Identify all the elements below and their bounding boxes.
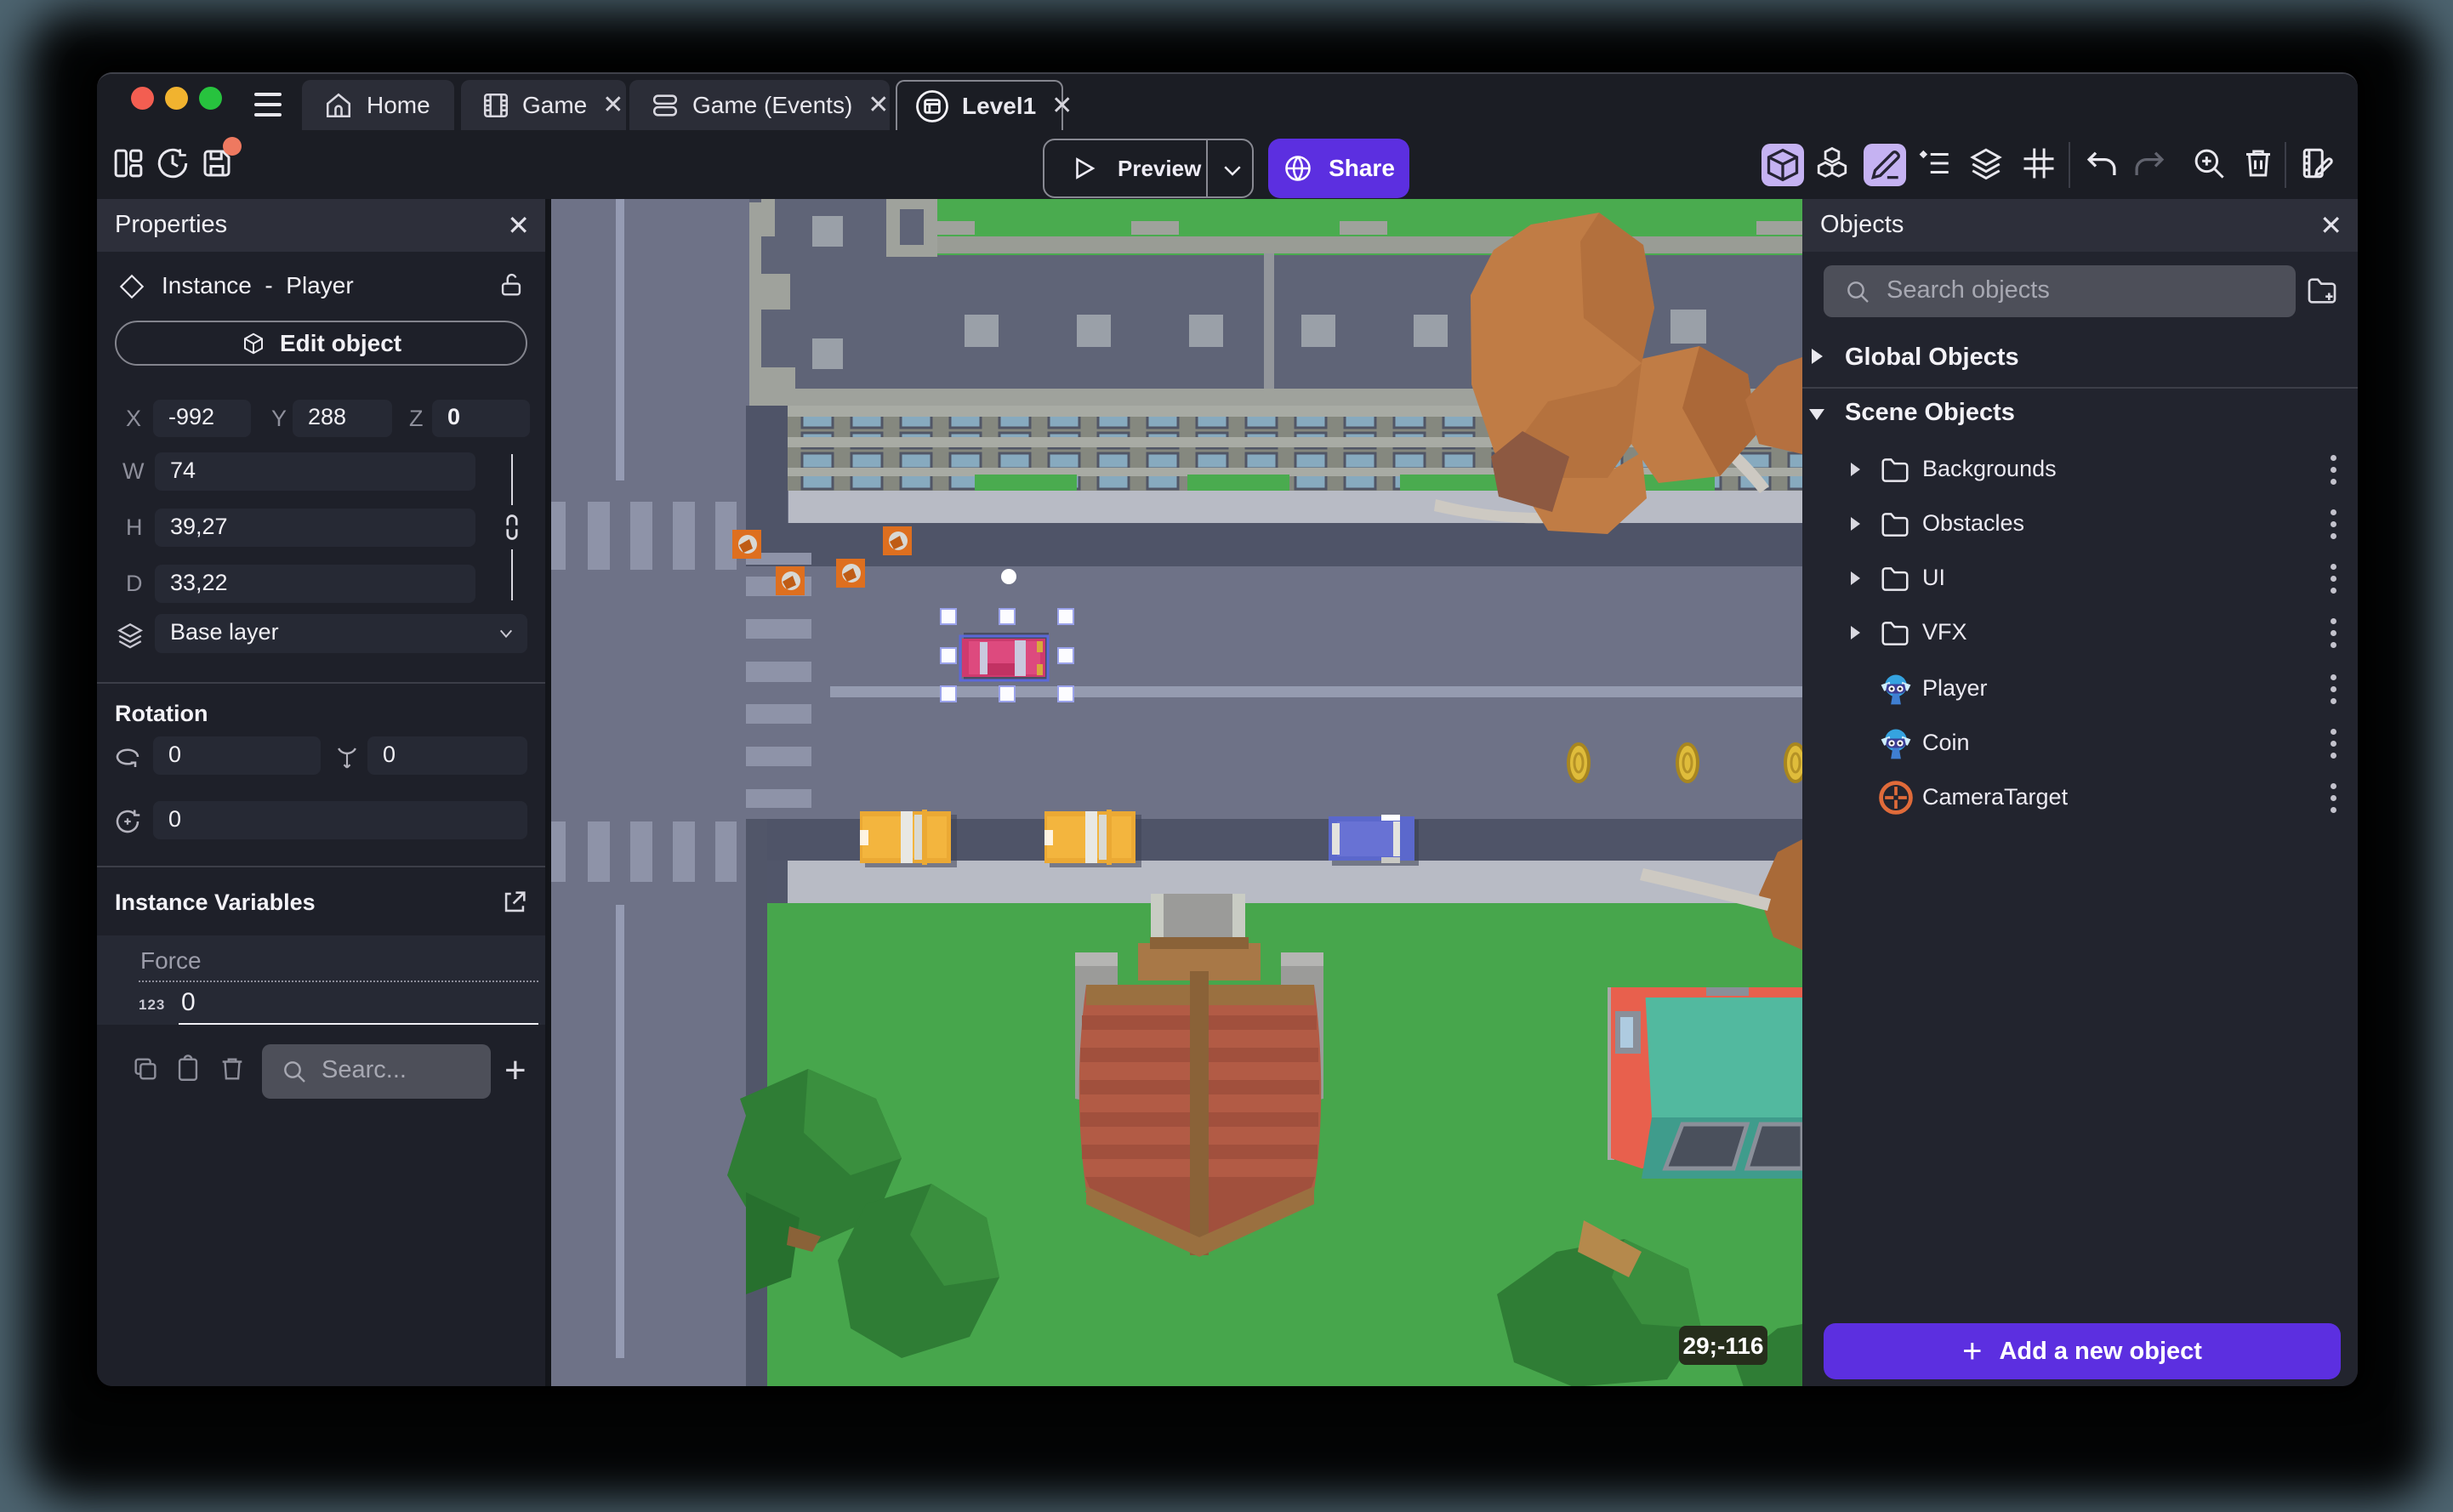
svg-text:29;-116: 29;-116 [1683,1333,1764,1359]
